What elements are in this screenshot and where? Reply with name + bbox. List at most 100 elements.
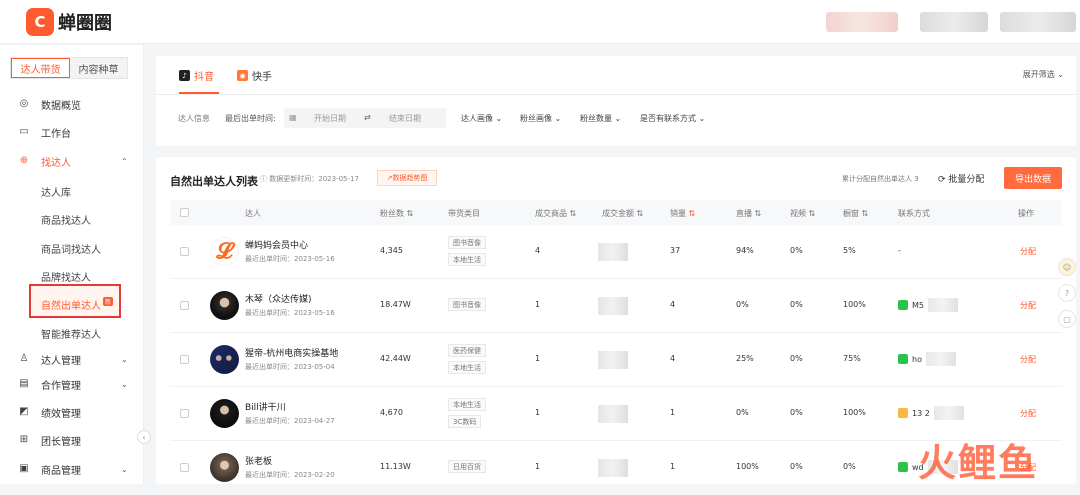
fans-count: 42.44W	[380, 354, 411, 363]
live-ratio: 0%	[736, 300, 749, 309]
avatar	[210, 399, 239, 428]
swap-icon: ⇄	[364, 113, 371, 122]
live-ratio: 25%	[736, 354, 754, 363]
th-live[interactable]: 直播 ⇅	[736, 208, 761, 219]
trend-chart-button[interactable]: ↗ 数据趋势图	[377, 170, 437, 186]
chart-icon: ◩	[19, 406, 29, 417]
contact-text: M5	[912, 300, 924, 310]
video-ratio: 0%	[790, 246, 803, 255]
nav-goods[interactable]: ▣ 商品管理 ⌄	[0, 459, 144, 479]
assign-button[interactable]: 分配	[1020, 246, 1036, 257]
start-date-input[interactable]: 开始日期	[314, 113, 346, 124]
nav-label: 数据概览	[41, 100, 81, 112]
users-icon: ♙	[19, 353, 29, 364]
th-talent: 达人	[245, 209, 261, 218]
talent-name[interactable]: Bill讲干川	[245, 400, 286, 413]
table-row[interactable]: 猩帝-杭州电商实操基地 最近出单时间：2023-05-04 42.44W 医药保…	[170, 333, 1062, 387]
expand-label: 展开筛选	[1022, 70, 1055, 79]
logo[interactable]: C 蝉圈圈	[26, 8, 112, 36]
th-goods[interactable]: 成交商品 ⇅	[535, 208, 576, 219]
tab-kuaishou[interactable]: ◉ 快手	[237, 68, 272, 83]
category-tag: 3C数码	[448, 415, 482, 428]
talent-name[interactable]: 张老板	[245, 454, 272, 467]
sales-count: 4	[670, 354, 676, 363]
new-badge: 新	[103, 297, 114, 306]
th-label: 直播	[736, 209, 752, 218]
dropdown-fan-count[interactable]: 粉丝数量 ⌄	[580, 113, 621, 124]
sub-keyword-find-talent[interactable]: 商品词找达人	[41, 241, 101, 256]
nav-label: 商品管理	[41, 465, 81, 477]
table-row[interactable]: 木琴（众达传媒) 最近出单时间：2023-05-16 18.47W 图书音像 1…	[170, 279, 1062, 333]
assign-button[interactable]: 分配	[1020, 354, 1036, 365]
th-amount[interactable]: 成交金额 ⇅	[602, 208, 643, 219]
nav-performance[interactable]: ◩ 绩效管理	[0, 402, 144, 422]
nav-talent-manage[interactable]: ♙ 达人管理 ⌄	[0, 349, 144, 369]
info-icon[interactable]: ⓘ	[260, 175, 267, 183]
window-ratio: 100%	[843, 408, 866, 417]
sub-goods-find-talent[interactable]: 商品找达人	[41, 212, 91, 227]
assigned-count: 累计分配自然出单达人 3	[842, 175, 919, 183]
row-checkbox[interactable]	[180, 247, 189, 256]
th-category: 带货类目	[448, 209, 480, 218]
help-icon[interactable]: ?	[1058, 284, 1076, 302]
th-label: 橱窗	[843, 209, 859, 218]
th-video[interactable]: 视频 ⇅	[790, 208, 815, 219]
nav-cooperation[interactable]: ▤ 合作管理 ⌄	[0, 374, 144, 394]
video-ratio: 0%	[790, 354, 803, 363]
contact: M5	[898, 298, 958, 312]
sub-natural-order-talent[interactable]: 自然出单达人新	[41, 297, 114, 312]
amount-blurred	[598, 459, 628, 477]
nav-find-talent[interactable]: ⊕ 找达人 ⌃	[0, 151, 144, 171]
nav-team-leader[interactable]: ⊞ 团长管理	[0, 430, 144, 450]
talent-name[interactable]: 猩帝-杭州电商实操基地	[245, 346, 338, 359]
th-sales[interactable]: 销量 ⇅	[670, 208, 695, 219]
feedback-icon[interactable]: ▢	[1058, 310, 1076, 328]
tab-content-seeding[interactable]: 内容种草	[70, 58, 127, 78]
th-label: 销量	[670, 209, 686, 218]
avatar	[210, 291, 239, 320]
category-tag: 本地生活	[448, 361, 486, 374]
sub-smart-recommend[interactable]: 智能推荐达人	[41, 326, 101, 341]
tab-talent-sales[interactable]: 达人带货	[11, 58, 70, 78]
export-button[interactable]: 导出数据	[1004, 167, 1062, 189]
date-range-picker[interactable]: ▦ 开始日期 ⇄ 结束日期	[284, 108, 446, 128]
tab-douyin[interactable]: ♪ 抖音	[179, 68, 214, 83]
assign-button[interactable]: 分配	[1020, 408, 1036, 419]
filter-date-label: 最后出单时间:	[225, 114, 276, 123]
select-all-checkbox[interactable]	[180, 208, 189, 217]
fans-count: 4,670	[380, 408, 403, 417]
nav-data-overview[interactable]: ◎ 数据概览	[0, 94, 144, 114]
dropdown-has-contact[interactable]: 是否有联系方式 ⌄	[640, 113, 705, 124]
dropdown-fan-profile[interactable]: 粉丝画像 ⌄	[520, 113, 561, 124]
talent-name[interactable]: 蝉妈妈会员中心	[245, 238, 308, 251]
fans-count: 18.47W	[380, 300, 411, 309]
monitor-icon: ▭	[19, 126, 29, 137]
th-action: 操作	[1018, 209, 1034, 218]
sub-talent-library[interactable]: 达人库	[41, 184, 71, 199]
end-date-input[interactable]: 结束日期	[389, 113, 421, 124]
kuaishou-icon: ◉	[237, 70, 248, 81]
sub-brand-find-talent[interactable]: 品牌找达人	[41, 269, 91, 284]
window-ratio: 5%	[843, 246, 856, 255]
trend-label: 数据趋势图	[392, 174, 428, 182]
row-checkbox[interactable]	[180, 301, 189, 310]
dropdown-talent-profile[interactable]: 达人画像 ⌄	[461, 113, 502, 124]
wechat-icon	[898, 462, 908, 472]
row-checkbox[interactable]	[180, 409, 189, 418]
sales-count: 1	[670, 408, 676, 417]
talent-name[interactable]: 木琴（众达传媒)	[245, 292, 312, 305]
th-window[interactable]: 橱窗 ⇅	[843, 208, 868, 219]
table-row[interactable]: 𝓛 蝉妈妈会员中心 最近出单时间：2023-05-16 4,345 图书音像 本…	[170, 225, 1062, 279]
row-checkbox[interactable]	[180, 463, 189, 472]
th-fans[interactable]: 粉丝数 ⇅	[380, 208, 413, 219]
assign-button[interactable]: 分配	[1020, 300, 1036, 311]
batch-assign-button[interactable]: ⟳ 批量分配	[938, 172, 984, 185]
expand-filters-button[interactable]: 展开筛选 ⌄	[1023, 69, 1064, 80]
th-label: 粉丝数	[380, 209, 404, 218]
blurred-avatar[interactable]	[1000, 12, 1076, 32]
row-checkbox[interactable]	[180, 355, 189, 364]
contact-blurred	[925, 352, 956, 366]
nav-workbench[interactable]: ▭ 工作台	[0, 122, 144, 142]
collapse-sidebar-button[interactable]: ‹	[137, 430, 151, 444]
customer-service-icon[interactable]: ☺	[1058, 258, 1076, 276]
